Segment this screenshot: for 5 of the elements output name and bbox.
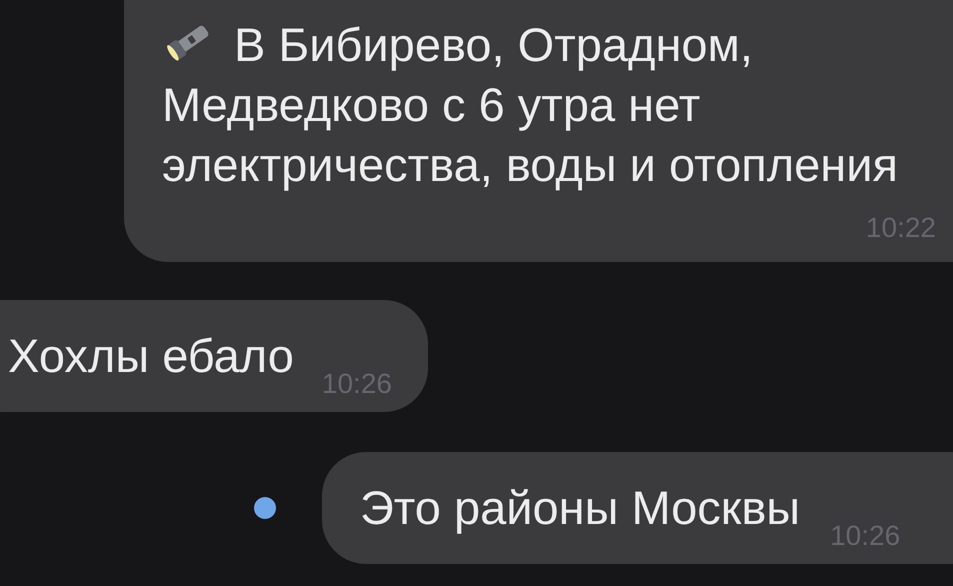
message-text: В Бибирево, Отрадном, [234, 17, 753, 73]
message-text: Хохлы ебало [8, 328, 294, 384]
message-text: Это районы Москвы [360, 480, 800, 536]
message-text: Медведково с 6 утра нет [162, 77, 700, 133]
message-text: электричества, воды и отопления [162, 137, 898, 193]
